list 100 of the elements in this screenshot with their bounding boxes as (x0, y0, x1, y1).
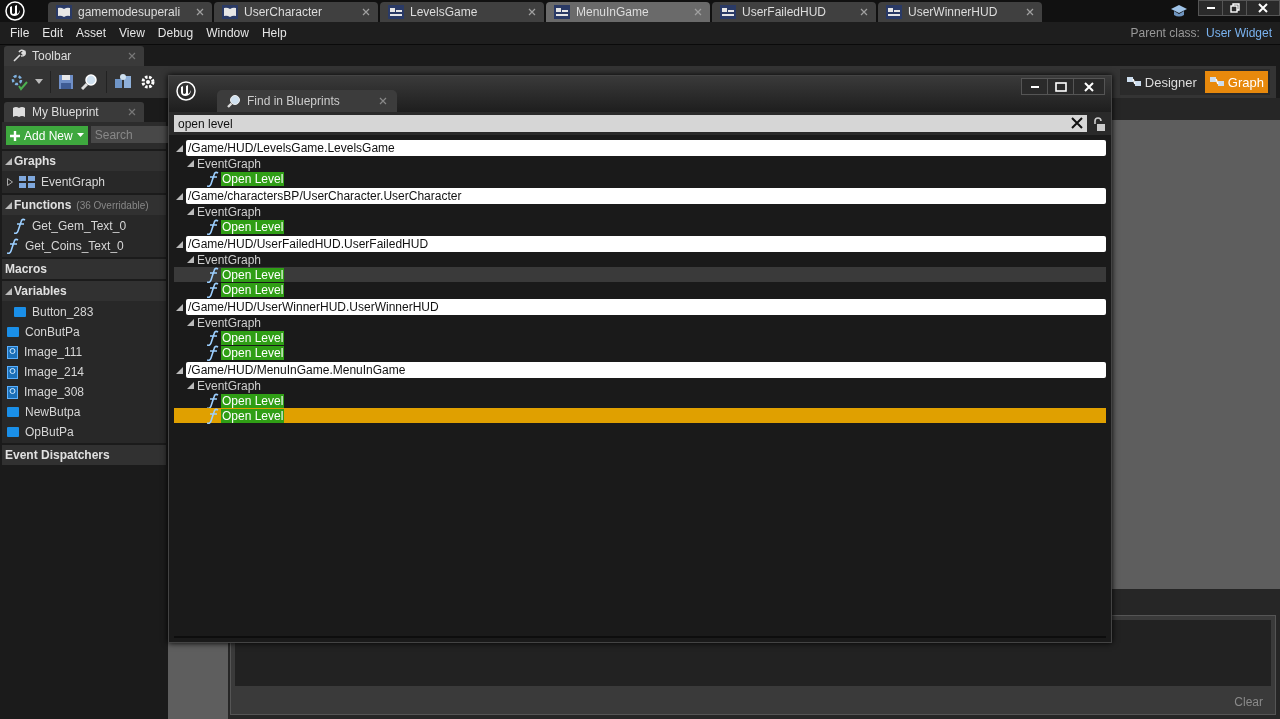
search-field[interactable]: open level (174, 115, 1087, 132)
result-graph[interactable]: EventGraph (197, 204, 262, 219)
member-item[interactable]: Image_111 (2, 342, 166, 362)
document-tab[interactable]: MenuInGame (546, 2, 710, 22)
result-path[interactable]: /Game/charactersBP/UserCharacter.UserCharacter (186, 188, 1106, 204)
menu-item[interactable]: Help (257, 26, 296, 40)
document-tab[interactable]: LevelsGame (380, 2, 544, 22)
section-header[interactable]: Variables (2, 281, 166, 301)
member-item[interactable]: Get_Gem_Text_0 (2, 216, 166, 236)
class-settings-icon[interactable] (114, 73, 132, 91)
expand-arrow-icon (5, 201, 12, 209)
expand-arrow-icon (187, 160, 194, 167)
panels-icon (1208, 75, 1225, 89)
caret-icon[interactable] (35, 79, 43, 85)
plus-icon (10, 130, 20, 141)
restore-button[interactable] (1223, 1, 1247, 15)
member-item[interactable]: NewButpa (2, 402, 166, 422)
member-item[interactable]: Image_214 (2, 362, 166, 382)
unlocked-icon[interactable] (1093, 116, 1105, 131)
clear-icon[interactable] (1071, 117, 1083, 129)
parent-class-link[interactable]: User Widget (1205, 26, 1272, 40)
image-icon (7, 385, 18, 399)
match-highlight: Open Level (221, 408, 285, 423)
find-tab[interactable]: Find in Blueprints (217, 90, 397, 112)
member-item[interactable]: Button_283 (2, 302, 166, 322)
function-icon (207, 170, 219, 187)
widget-icon (720, 5, 736, 19)
function-icon (14, 218, 26, 234)
search-field[interactable]: Search (90, 126, 171, 143)
menu-item[interactable]: Window (202, 26, 258, 40)
section-header[interactable]: Event Dispatchers (2, 445, 166, 465)
maximize-button[interactable] (1048, 79, 1074, 94)
document-tab[interactable]: UserCharacter (214, 2, 378, 22)
result-graph[interactable]: EventGraph (197, 315, 262, 330)
my-blueprint-tab[interactable]: My Blueprint (4, 102, 144, 122)
section-header[interactable]: Graphs (2, 151, 166, 171)
match-highlight: Open Level (221, 282, 285, 297)
close-icon[interactable] (860, 8, 868, 16)
document-tab[interactable]: gamemodesuperali (48, 2, 212, 22)
minimize-button[interactable] (1022, 79, 1048, 94)
member-item[interactable]: EventGraph (2, 172, 166, 192)
section-header[interactable]: Functions (36 Overridable) (2, 195, 166, 215)
panels-icon (1125, 75, 1142, 89)
close-button[interactable] (1074, 79, 1104, 94)
result-path[interactable]: /Game/HUD/MenuInGame.MenuInGame (186, 362, 1106, 378)
menu-item[interactable]: Debug (153, 26, 203, 40)
member-item[interactable]: Image_308 (2, 382, 166, 402)
close-icon[interactable] (128, 52, 136, 60)
document-tab[interactable]: UserFailedHUD (712, 2, 876, 22)
save-icon[interactable] (58, 74, 74, 90)
close-button[interactable] (1247, 1, 1279, 15)
close-icon (1258, 3, 1268, 13)
menu-item[interactable]: File (6, 26, 39, 40)
menu-item[interactable]: Asset (72, 26, 116, 40)
function-icon (7, 238, 19, 254)
match-highlight: Open Level (221, 219, 285, 234)
document-tab[interactable]: UserWinnerHUD (878, 2, 1042, 22)
result-graph[interactable]: EventGraph (197, 378, 262, 393)
function-icon (207, 407, 219, 424)
close-icon[interactable] (528, 8, 536, 16)
compile-icon[interactable] (10, 73, 28, 91)
widget-icon (388, 5, 404, 19)
close-icon[interactable] (362, 8, 370, 16)
settings-icon[interactable] (139, 73, 157, 91)
mode-button[interactable]: Designer (1121, 71, 1201, 93)
close-icon[interactable] (196, 8, 204, 16)
member-item[interactable]: Get_Coins_Text_0 (2, 236, 166, 256)
member-item[interactable]: OpButPa (2, 422, 166, 442)
function-icon (207, 329, 219, 346)
close-icon[interactable] (1026, 8, 1034, 16)
variable-icon (14, 307, 26, 317)
toolbar-tab[interactable]: Toolbar (4, 46, 144, 66)
result-path[interactable]: /Game/HUD/UserWinnerHUD.UserWinnerHUD (186, 299, 1106, 315)
widget-icon (554, 5, 570, 19)
close-icon[interactable] (379, 97, 387, 105)
minimize-icon (1206, 7, 1215, 9)
search-icon[interactable] (81, 73, 99, 91)
result-graph[interactable]: EventGraph (197, 156, 262, 171)
close-icon[interactable] (128, 108, 136, 116)
member-item[interactable]: ConButPa (2, 322, 166, 342)
match-highlight: Open Level (221, 345, 285, 360)
menu-item[interactable]: View (115, 26, 154, 40)
minimize-button[interactable] (1199, 1, 1223, 15)
match-highlight: Open Level (221, 171, 285, 186)
match-highlight: Open Level (221, 330, 285, 345)
expand-arrow-icon (187, 319, 194, 326)
function-icon (207, 344, 219, 361)
caret-icon (76, 133, 84, 138)
variable-icon (7, 327, 19, 337)
result-graph[interactable]: EventGraph (197, 252, 262, 267)
function-icon (207, 218, 219, 235)
section-header[interactable]: Macros (2, 259, 166, 279)
expand-arrow-icon (187, 256, 194, 263)
result-path[interactable]: /Game/HUD/LevelsGame.LevelsGame (186, 140, 1106, 156)
variable-icon (7, 407, 19, 417)
function-icon (207, 266, 219, 283)
menu-item[interactable]: Edit (38, 26, 73, 40)
result-path[interactable]: /Game/HUD/UserFailedHUD.UserFailedHUD (186, 236, 1106, 252)
restore-icon (1229, 3, 1240, 13)
engine-logo-icon (4, 1, 26, 21)
